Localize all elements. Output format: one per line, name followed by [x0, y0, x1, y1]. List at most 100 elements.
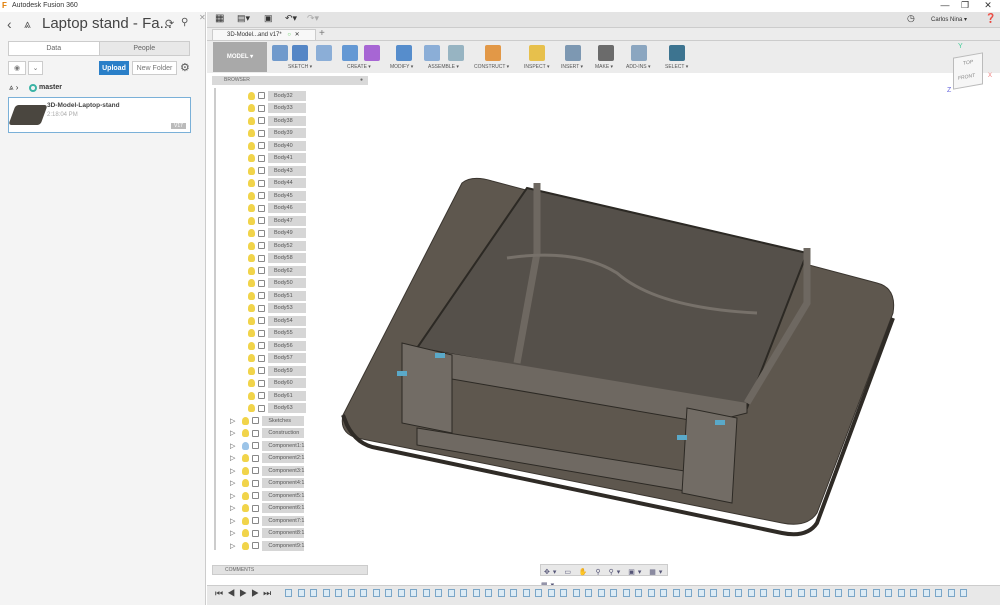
visibility-bulb-icon[interactable] — [248, 391, 255, 400]
browser-options-icon[interactable]: ● — [360, 76, 363, 85]
tool-icon[interactable] — [448, 45, 464, 61]
expand-arrow-icon[interactable]: ▷ — [230, 492, 235, 500]
timeline-feature-icon[interactable] — [372, 589, 380, 597]
visibility-bulb-icon[interactable] — [248, 279, 255, 287]
timeline-feature-icon[interactable] — [560, 589, 567, 597]
toolbar-group-sketch[interactable]: SKETCH ▾ — [288, 64, 312, 70]
tool-icon[interactable] — [272, 45, 288, 61]
browser-body-row[interactable]: Body55 — [248, 328, 306, 339]
workspace-switcher[interactable]: MODEL ▾ — [213, 42, 267, 72]
visibility-bulb-icon[interactable] — [248, 254, 255, 262]
timeline-feature-icon[interactable] — [497, 589, 505, 597]
expand-arrow-icon[interactable]: ▷ — [230, 467, 235, 475]
expand-arrow-icon[interactable]: ▷ — [230, 542, 235, 550]
timeline-feature-icon[interactable] — [522, 589, 530, 597]
tool-icon[interactable] — [565, 45, 581, 61]
tool-icon[interactable] — [316, 45, 332, 61]
timeline-feature-icon[interactable] — [822, 589, 830, 597]
browser-body-row[interactable]: Body32 — [248, 90, 306, 101]
timeline-feature-icon[interactable] — [760, 589, 767, 597]
timeline-feature-icon[interactable] — [660, 589, 667, 597]
visibility-bulb-icon[interactable] — [248, 366, 255, 375]
timeline-feature-icon[interactable] — [872, 589, 880, 597]
search-icon[interactable]: ⚲ — [181, 17, 188, 28]
tool-icon[interactable] — [292, 45, 308, 61]
redo-icon[interactable]: ↷▾ — [307, 13, 319, 24]
timeline-feature-icon[interactable] — [635, 589, 642, 597]
visibility-bulb-icon[interactable] — [248, 104, 255, 112]
visibility-bulb-icon[interactable] — [248, 354, 255, 362]
browser-body-row[interactable]: Body33 — [248, 103, 306, 114]
visibility-bulb-icon[interactable] — [248, 129, 255, 137]
visibility-bulb-icon[interactable] — [242, 529, 250, 537]
timeline-feature-icon[interactable] — [935, 589, 942, 597]
view-cube[interactable]: Y TOP FRONT X Z — [947, 43, 1000, 95]
view-cube-front[interactable]: FRONT — [958, 73, 975, 82]
refresh-icon[interactable]: ⟳ — [165, 17, 174, 30]
browser-body-row[interactable]: Body46 — [248, 203, 306, 214]
file-menu-icon[interactable]: ▤▾ — [237, 13, 250, 24]
visibility-bulb-icon[interactable] — [248, 166, 255, 175]
browser-body-row[interactable]: Body57 — [248, 353, 306, 364]
timeline-feature-icon[interactable] — [435, 589, 442, 597]
gear-icon[interactable]: ⚙ — [180, 61, 190, 74]
comments-panel[interactable]: COMMENTS — [212, 565, 368, 575]
tab-people[interactable]: People — [100, 42, 190, 55]
visibility-bulb-icon[interactable] — [248, 241, 255, 250]
tool-icon[interactable] — [631, 45, 647, 61]
visibility-bulb-icon[interactable] — [242, 491, 250, 500]
tool-icon[interactable] — [424, 45, 440, 61]
tool-icon[interactable] — [598, 45, 614, 61]
browser-body-row[interactable]: Body44 — [248, 178, 306, 189]
tab-data[interactable]: Data — [9, 42, 100, 55]
timeline-feature-icon[interactable] — [422, 589, 430, 597]
browser-folder-row[interactable]: ▷ Component6:1 — [230, 503, 304, 514]
browser-body-row[interactable]: Body47 — [248, 215, 306, 226]
close-button[interactable]: ✕ — [978, 0, 998, 11]
browser-body-row[interactable]: Body59 — [248, 365, 306, 376]
browser-body-row[interactable]: Body38 — [248, 115, 306, 126]
expand-arrow-icon[interactable]: ▷ — [230, 529, 235, 537]
timeline-feature-icon[interactable] — [797, 589, 805, 597]
file-card[interactable]: 3D-Model-Laptop-stand 2:18:04 PM V17 — [8, 97, 191, 133]
browser-body-row[interactable]: Body54 — [248, 315, 306, 326]
tool-icon[interactable] — [396, 45, 412, 61]
browser-body-row[interactable]: Body43 — [248, 165, 306, 176]
browser-body-row[interactable]: Body61 — [248, 390, 306, 401]
tool-icon[interactable] — [529, 45, 545, 61]
maximize-button[interactable]: ❐ — [955, 0, 975, 11]
browser-body-row[interactable]: Body63 — [248, 403, 306, 414]
visibility-bulb-icon[interactable] — [242, 504, 250, 512]
browser-body-row[interactable]: Body45 — [248, 190, 306, 201]
new-folder-button[interactable]: New Folder — [132, 61, 177, 75]
expand-arrow-icon[interactable]: ▷ — [230, 479, 235, 487]
browser-folder-row[interactable]: ▷ Component5:1 — [230, 490, 304, 501]
visibility-bulb-icon[interactable] — [242, 429, 250, 437]
toolbar-group-insert[interactable]: INSERT ▾ — [561, 64, 583, 70]
timeline-feature-icon[interactable] — [710, 589, 717, 597]
user-menu[interactable]: Carlos Nina ▾ — [931, 16, 967, 23]
timeline-feature-icon[interactable] — [722, 589, 730, 597]
new-tab-icon[interactable]: + — [319, 28, 325, 39]
browser-body-row[interactable]: Body53 — [248, 303, 306, 314]
back-icon[interactable]: ‹ — [7, 16, 12, 32]
timeline-feature-icon[interactable] — [672, 589, 680, 597]
toolbar-group-add-ins[interactable]: ADD-INS ▾ — [626, 64, 650, 70]
browser-folder-row[interactable]: ▷ Component1:1 — [230, 440, 304, 451]
browser-folder-row[interactable]: ▷ Construction — [230, 428, 305, 439]
toolbar-group-select[interactable]: SELECT ▾ — [665, 64, 688, 70]
browser-body-row[interactable]: Body50 — [248, 278, 306, 289]
visibility-bulb-icon[interactable] — [248, 91, 255, 100]
view-toggle-button[interactable]: ◉ — [8, 61, 26, 75]
visibility-bulb-icon[interactable] — [248, 304, 255, 312]
browser-body-row[interactable]: Body40 — [248, 140, 306, 151]
browser-folder-row[interactable]: ▷ Component2:1 — [230, 453, 304, 464]
visibility-bulb-icon[interactable] — [248, 179, 255, 187]
timeline-feature-icon[interactable] — [847, 589, 855, 597]
upload-button[interactable]: Upload — [99, 61, 129, 75]
toolbar-group-modify[interactable]: MODIFY ▾ — [390, 64, 413, 70]
timeline-feature-icon[interactable] — [910, 589, 917, 597]
tool-icon[interactable] — [485, 45, 501, 61]
timeline-feature-icon[interactable] — [697, 589, 705, 597]
visibility-bulb-icon[interactable] — [242, 416, 250, 425]
